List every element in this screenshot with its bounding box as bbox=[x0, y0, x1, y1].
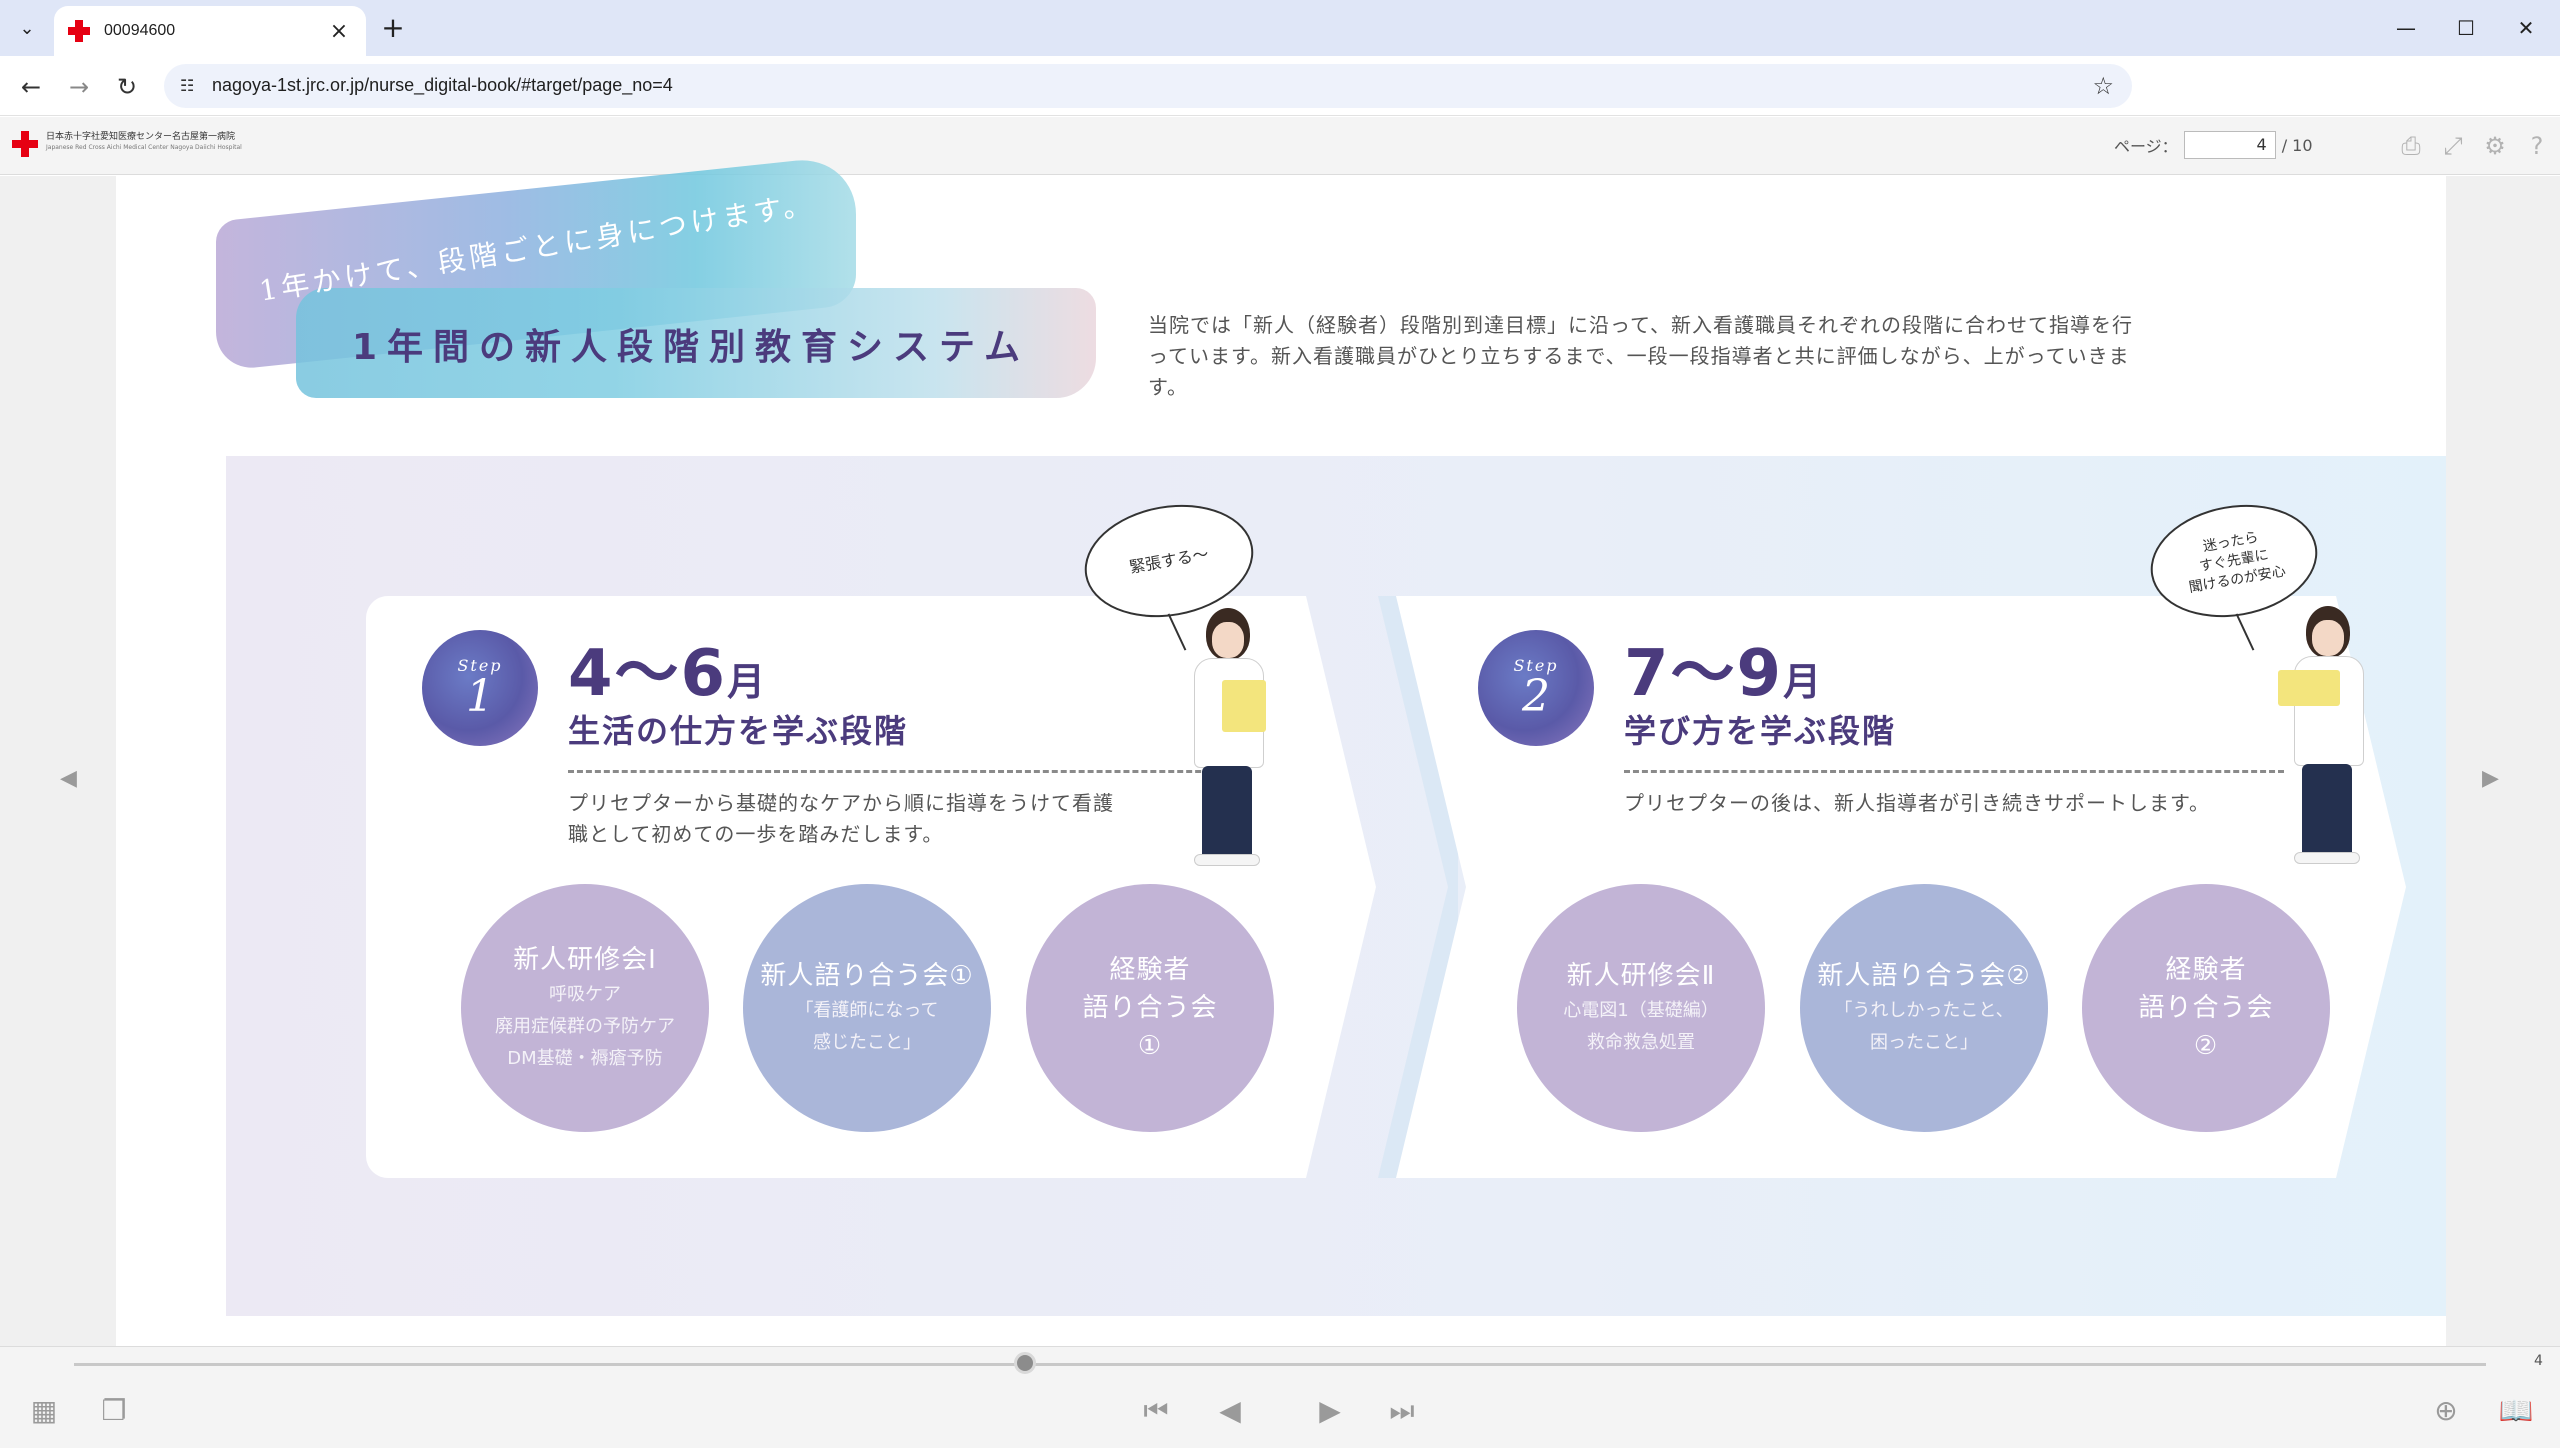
step-stage-2: 学び方を学ぶ段階 bbox=[1624, 712, 1897, 750]
address-bar[interactable]: ☷ nagoya-1st.jrc.or.jp/nurse_digital-boo… bbox=[164, 64, 2132, 108]
prev-page-icon[interactable]: ◀ bbox=[1212, 1393, 1248, 1429]
help-icon[interactable]: ? bbox=[2522, 131, 2552, 161]
circle-talk-1: 新人語り合う会① 「看護師になって 感じたこと」 bbox=[743, 884, 991, 1132]
dashed-divider bbox=[568, 770, 1228, 773]
red-cross-logo-icon bbox=[12, 131, 38, 157]
step-months-1: 4〜6月 bbox=[568, 637, 768, 711]
step-months-2: 7〜9月 bbox=[1624, 637, 1824, 711]
dashed-divider bbox=[1624, 770, 2284, 773]
intro-text: 当院では「新人（経験者）段階別到達目標」に沿って、新入看護職員それぞれの段階に合… bbox=[1148, 313, 2133, 399]
tab-close-icon[interactable]: × bbox=[326, 19, 352, 44]
zoom-in-icon[interactable]: ⊕ bbox=[2428, 1393, 2464, 1429]
forward-arrow-icon[interactable]: → bbox=[62, 70, 96, 104]
page-slider-thumb[interactable] bbox=[1014, 1352, 1036, 1374]
circle-training-2: 新人研修会Ⅱ 心電図1（基礎編） 救命救急処置 bbox=[1517, 884, 1765, 1132]
nurse-illustration-2 bbox=[2276, 606, 2386, 866]
browser-tab-bar: ⌄ 00094600 × + — ☐ ✕ bbox=[0, 0, 2560, 56]
book-icon[interactable]: 📖 bbox=[2498, 1393, 2534, 1429]
next-page-icon[interactable]: ▶ bbox=[1312, 1393, 1348, 1429]
step-desc-1: プリセプターから基礎的なケアから順に指導をうけて看護職として初めての一歩を踏みだ… bbox=[568, 791, 1114, 846]
first-page-icon[interactable]: ⏮ bbox=[1138, 1393, 1174, 1429]
slider-page-number: 4 bbox=[2534, 1353, 2543, 1369]
back-arrow-icon[interactable]: ← bbox=[14, 70, 48, 104]
browser-toolbar: ← → ↻ ☷ nagoya-1st.jrc.or.jp/nurse_digit… bbox=[0, 56, 2560, 116]
url-text[interactable]: nagoya-1st.jrc.or.jp/nurse_digital-book/… bbox=[212, 75, 673, 96]
circle-training-1: 新人研修会Ⅰ 呼吸ケア 廃用症候群の予防ケア DM基礎・褥瘡予防 bbox=[461, 884, 709, 1132]
nurse-illustration-1 bbox=[1176, 608, 1286, 868]
last-page-icon[interactable]: ⏭ bbox=[1384, 1393, 1420, 1429]
circle-talk-2: 新人語り合う会② 「うれしかったこと、 困ったこと」 bbox=[1800, 884, 2048, 1132]
tab-search-chevron-icon[interactable]: ⌄ bbox=[10, 12, 44, 44]
next-page-arrow-icon[interactable]: ▶ bbox=[2482, 766, 2499, 791]
pages-icon[interactable]: ❐ bbox=[96, 1393, 132, 1429]
page-control: ページ： 4 / 10 bbox=[2114, 131, 2313, 159]
book-page: 1年かけて、段階ごとに身につけます。 1年間の新人段階別教育システム 当院では「… bbox=[116, 154, 2446, 1346]
step-badge-1: Step 1 bbox=[422, 630, 538, 746]
page-number-input[interactable]: 4 bbox=[2183, 131, 2276, 159]
step-desc-2: プリセプターの後は、新人指導者が引き続きサポートします。 bbox=[1624, 791, 2210, 815]
tab-title: 00094600 bbox=[104, 22, 176, 39]
hospital-logo: 日本赤十字社愛知医療センター名古屋第一病院 Japanese Red Cross… bbox=[12, 131, 242, 157]
step-badge-2: Step 2 bbox=[1478, 630, 1594, 746]
viewer-header: 日本赤十字社愛知医療センター名古屋第一病院 Japanese Red Cross… bbox=[0, 117, 2560, 175]
book-viewer: ◀ ▶ 1年かけて、段階ごとに身につけます。 1年間の新人段階別教育システム 当… bbox=[0, 154, 2560, 1346]
page-title: 1年間の新人段階別教育システム bbox=[352, 327, 1030, 368]
maximize-icon[interactable]: ☐ bbox=[2436, 8, 2496, 48]
prev-page-arrow-icon[interactable]: ◀ bbox=[60, 766, 77, 791]
reload-icon[interactable]: ↻ bbox=[110, 70, 144, 104]
org-name: 日本赤十字社愛知医療センター名古屋第一病院 bbox=[46, 132, 236, 142]
minimize-icon[interactable]: — bbox=[2376, 8, 2436, 48]
step-stage-1: 生活の仕方を学ぶ段階 bbox=[568, 712, 909, 750]
page-total: / 10 bbox=[2281, 135, 2313, 155]
org-name-en: Japanese Red Cross Aichi Medical Center … bbox=[46, 144, 242, 151]
viewer-bottom-bar: 4 ▦ ❐ ⏮ ◀ ▶ ⏭ ⊕ 📖 bbox=[0, 1346, 2560, 1448]
circle-experienced-2: 経験者 語り合う会 ② bbox=[2082, 884, 2330, 1132]
new-tab-plus-icon[interactable]: + bbox=[376, 12, 410, 46]
page-slider-track[interactable] bbox=[74, 1363, 2486, 1366]
page-label: ページ： bbox=[2114, 137, 2178, 156]
print-icon[interactable]: ⎙ bbox=[2396, 131, 2426, 161]
circle-experienced-1: 経験者 語り合う会 ① bbox=[1026, 884, 1274, 1132]
site-info-icon[interactable]: ☷ bbox=[180, 76, 202, 96]
fullscreen-icon[interactable]: ⤢ bbox=[2438, 131, 2468, 161]
red-cross-favicon-icon bbox=[68, 20, 90, 42]
bookmark-star-icon[interactable]: ☆ bbox=[2092, 72, 2114, 100]
grid-icon[interactable]: ▦ bbox=[26, 1393, 62, 1429]
browser-tab[interactable]: 00094600 × bbox=[54, 6, 366, 56]
window-close-icon[interactable]: ✕ bbox=[2496, 8, 2556, 48]
gear-icon[interactable]: ⚙ bbox=[2480, 131, 2510, 161]
